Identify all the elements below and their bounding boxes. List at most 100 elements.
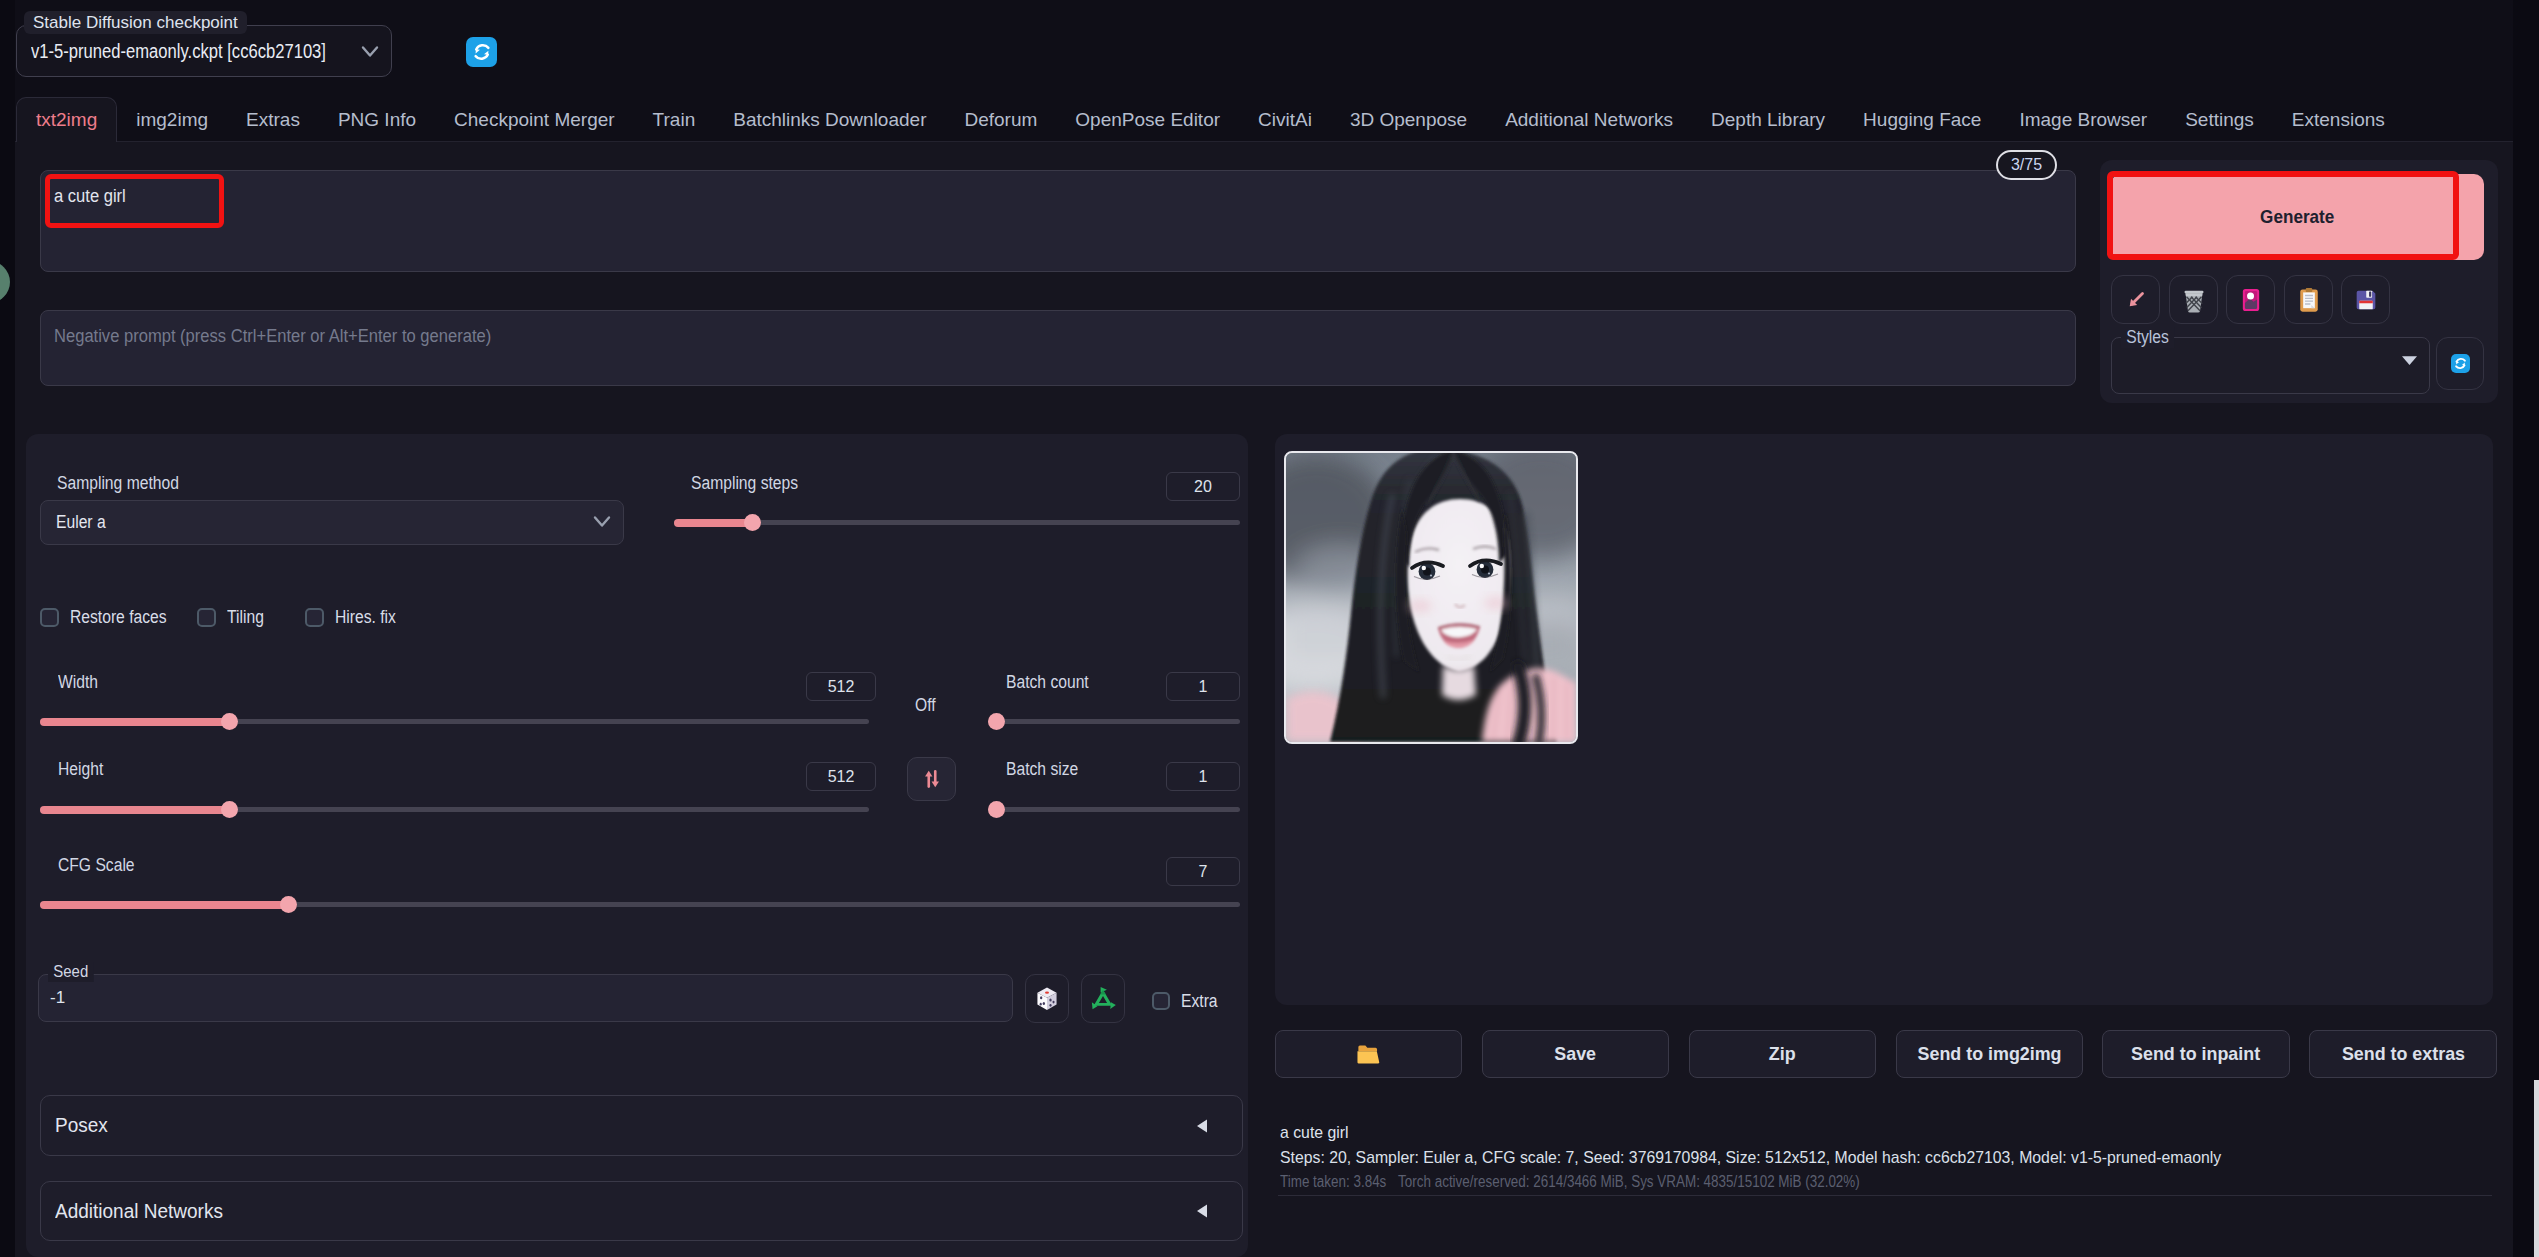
- time-taken-text: Time taken: 3.84s: [1280, 1172, 1386, 1192]
- sampling-method-dropdown[interactable]: [40, 500, 624, 545]
- zip-button[interactable]: Zip: [1689, 1030, 1876, 1078]
- generated-image[interactable]: [1284, 451, 1578, 744]
- posex-accordion-label: Posex: [55, 1096, 111, 1155]
- reuse-seed-button[interactable]: [1081, 974, 1125, 1023]
- arrow-down-left-icon: [2123, 287, 2149, 313]
- die-icon: [1033, 985, 1061, 1013]
- tab-civitai[interactable]: CivitAi: [1239, 97, 1331, 142]
- sampling-steps-label: Sampling steps: [691, 473, 798, 493]
- paste-params-button[interactable]: [2111, 275, 2160, 324]
- batch-count-label: Batch count: [1006, 672, 1089, 692]
- swap-dimensions-button[interactable]: [907, 757, 956, 801]
- triangle-down-icon: [2401, 355, 2418, 366]
- wastebasket-icon: [2179, 285, 2209, 315]
- width-label: Width: [58, 672, 98, 692]
- token-counter: 3/75: [1996, 150, 2057, 180]
- refresh-icon: [471, 41, 493, 63]
- page-left-edge: [0, 0, 15, 1257]
- tab-image-browser[interactable]: Image Browser: [2000, 97, 2166, 142]
- random-seed-button[interactable]: [1025, 974, 1069, 1023]
- batch-count-input[interactable]: 1: [1166, 672, 1240, 701]
- result-prompt-text: a cute girl: [1280, 1122, 1349, 1144]
- styles-label: Styles: [2121, 327, 2174, 348]
- tab-depth-library[interactable]: Depth Library: [1692, 97, 1844, 142]
- save-style-button[interactable]: [2341, 275, 2390, 324]
- prompt-input[interactable]: a cute girl: [40, 170, 2076, 272]
- seed-value: -1: [50, 974, 65, 1022]
- tab-png-info[interactable]: PNG Info: [319, 97, 435, 142]
- send-to-extras-button[interactable]: Send to extras: [2309, 1030, 2497, 1078]
- tab-img2img[interactable]: img2img: [117, 97, 227, 142]
- generate-annotation-box: [2107, 171, 2459, 260]
- zip-button-label: Zip: [1769, 1043, 1796, 1065]
- refresh-icon: [2453, 356, 2468, 371]
- send-to-inpaint-label: Send to inpaint: [2132, 1043, 2261, 1065]
- up-down-arrows-icon: [919, 766, 945, 792]
- tab-extras[interactable]: Extras: [227, 97, 319, 142]
- tab-batchlinks-downloader[interactable]: Batchlinks Downloader: [714, 97, 945, 142]
- batch-count-slider[interactable]: [988, 719, 1240, 724]
- generated-image-art: [1286, 453, 1576, 742]
- recycle-icon: [1090, 986, 1116, 1012]
- width-slider-handle[interactable]: [221, 713, 238, 730]
- checkpoint-refresh-button[interactable]: [466, 37, 497, 67]
- width-slider-fill: [40, 718, 230, 726]
- hires-fix-checkbox[interactable]: [305, 608, 324, 627]
- height-input[interactable]: 512: [806, 762, 876, 791]
- cfg-scale-slider-handle[interactable]: [280, 896, 297, 913]
- tiling-checkbox[interactable]: [197, 608, 216, 627]
- seed-input[interactable]: [38, 974, 1013, 1022]
- hires-fix-label: Hires. fix: [335, 607, 396, 628]
- tab-txt2img[interactable]: txt2img: [16, 97, 117, 142]
- cfg-scale-slider-fill: [40, 901, 288, 909]
- negative-prompt-input[interactable]: Negative prompt (press Ctrl+Enter or Alt…: [40, 310, 2076, 386]
- cfg-scale-input[interactable]: 7: [1166, 857, 1240, 886]
- sampling-steps-slider-handle[interactable]: [744, 514, 761, 531]
- extra-seed-checkbox[interactable]: [1152, 992, 1170, 1010]
- negative-prompt-placeholder: Negative prompt (press Ctrl+Enter or Alt…: [54, 325, 491, 348]
- triangle-left-icon: [1196, 1204, 1208, 1219]
- save-button[interactable]: Save: [1482, 1030, 1669, 1078]
- height-slider-handle[interactable]: [221, 801, 238, 818]
- scrollbar-thumb[interactable]: [2534, 1080, 2539, 1257]
- apply-styles-button[interactable]: [2284, 275, 2333, 324]
- floppy-disk-icon: [2352, 286, 2380, 314]
- clipboard-icon: [2295, 286, 2323, 314]
- open-folder-button[interactable]: [1275, 1030, 1462, 1078]
- extra-networks-button[interactable]: [2226, 275, 2275, 324]
- width-input[interactable]: 512: [806, 672, 876, 701]
- extra-seed-label: Extra: [1181, 991, 1218, 1012]
- tab-3d-openpose[interactable]: 3D Openpose: [1331, 97, 1486, 142]
- restore-faces-checkbox[interactable]: [40, 608, 59, 627]
- sampling-method-label: Sampling method: [57, 473, 179, 493]
- tab-settings[interactable]: Settings: [2166, 97, 2273, 142]
- checkpoint-value: v1-5-pruned-emaonly.ckpt [cc6cb27103]: [31, 25, 326, 77]
- posex-accordion[interactable]: Posex: [40, 1095, 1243, 1156]
- tab-deforum[interactable]: Deforum: [945, 97, 1056, 142]
- batch-size-input[interactable]: 1: [1166, 762, 1240, 791]
- restore-faces-label: Restore faces: [70, 607, 167, 628]
- send-to-img2img-label: Send to img2img: [1918, 1043, 2062, 1065]
- tiling-label: Tiling: [227, 607, 264, 628]
- clear-prompt-button[interactable]: [2169, 275, 2218, 324]
- result-params-text: Steps: 20, Sampler: Euler a, CFG scale: …: [1280, 1147, 2221, 1169]
- sampling-steps-input[interactable]: 20: [1166, 472, 1240, 501]
- hires-state-label: Off: [915, 695, 936, 715]
- send-to-inpaint-button[interactable]: Send to inpaint: [2102, 1030, 2290, 1078]
- batch-size-slider[interactable]: [988, 807, 1240, 812]
- tab-hugging-face[interactable]: Hugging Face: [1844, 97, 2000, 142]
- flower-card-icon: [2237, 286, 2265, 314]
- tab-extensions[interactable]: Extensions: [2273, 97, 2404, 142]
- batch-count-slider-handle[interactable]: [988, 713, 1005, 730]
- additional-networks-accordion-label: Additional Networks: [55, 1182, 232, 1240]
- tab-additional-networks[interactable]: Additional Networks: [1486, 97, 1692, 142]
- batch-size-slider-handle[interactable]: [988, 801, 1005, 818]
- send-to-img2img-button[interactable]: Send to img2img: [1896, 1030, 2083, 1078]
- styles-refresh-button[interactable]: [2436, 337, 2484, 390]
- tab-checkpoint-merger[interactable]: Checkpoint Merger: [435, 97, 634, 142]
- batch-size-label: Batch size: [1006, 759, 1078, 779]
- additional-networks-accordion[interactable]: Additional Networks: [40, 1181, 1243, 1241]
- result-performance-text: Time taken: 3.84s Torch active/reserved:…: [1280, 1172, 1860, 1192]
- tab-train[interactable]: Train: [634, 97, 715, 142]
- tab-openpose-editor[interactable]: OpenPose Editor: [1056, 97, 1239, 142]
